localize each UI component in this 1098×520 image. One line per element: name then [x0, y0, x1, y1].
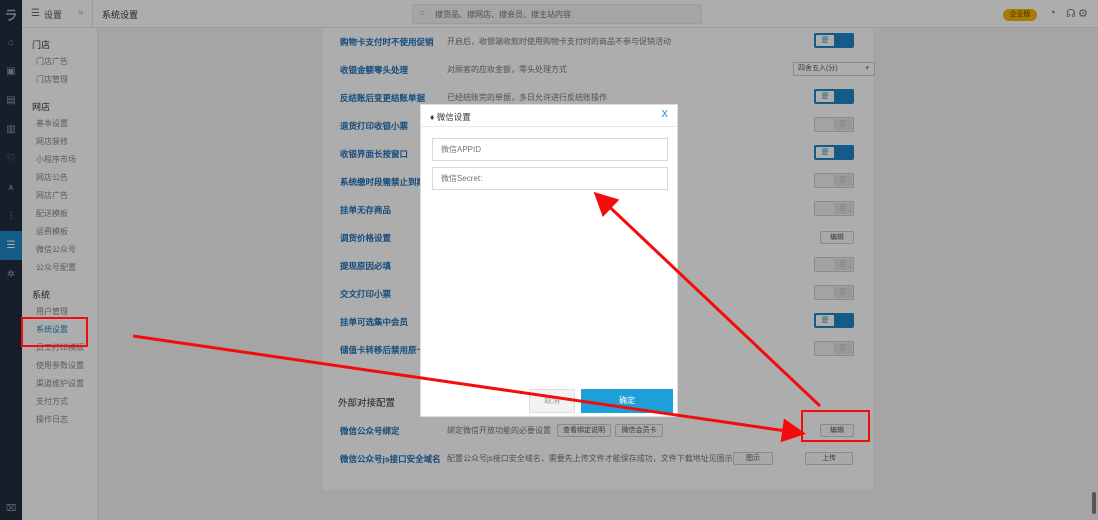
annotation-arrows [132, 191, 822, 443]
scrollbar-thumb[interactable] [1092, 492, 1096, 514]
arrow-sidebar-to-edit [132, 334, 806, 443]
arrow-edit-to-dialog [593, 191, 822, 408]
